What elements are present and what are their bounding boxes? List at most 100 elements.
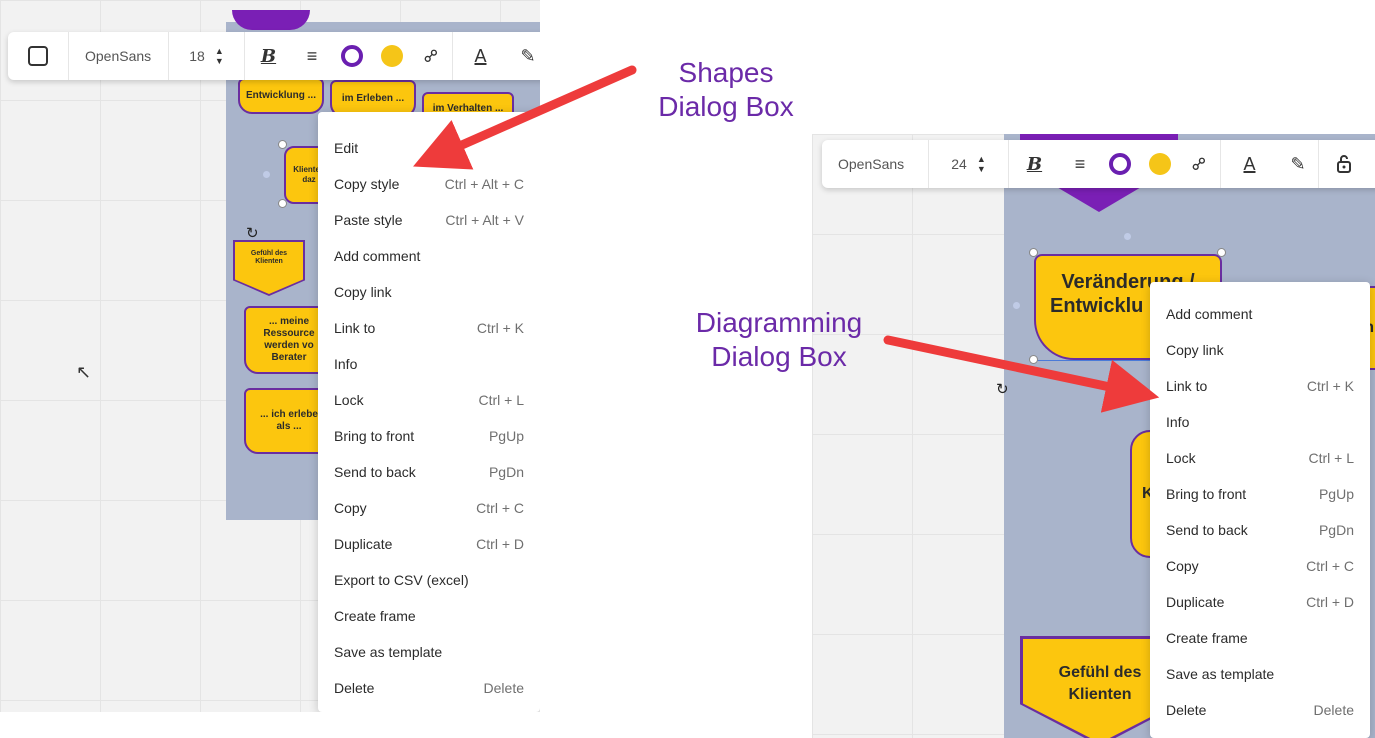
menu-item[interactable]: Create frame	[1150, 620, 1370, 656]
menu-item-label: Add comment	[1166, 306, 1253, 322]
fill-color-button[interactable]	[372, 32, 412, 80]
menu-item[interactable]: Duplicate Ctrl + D	[1150, 584, 1370, 620]
connector-dot[interactable]	[1013, 302, 1020, 309]
menu-item-shortcut: Ctrl + L	[478, 392, 524, 408]
resize-handle[interactable]	[1029, 248, 1038, 257]
highlight-button[interactable]: ✎	[1278, 140, 1318, 188]
bold-button[interactable]: B	[244, 32, 292, 80]
resize-handle[interactable]	[1217, 248, 1226, 257]
board-shape[interactable]: Entwicklung ...	[238, 78, 324, 114]
chevron-down-icon[interactable]: ▼	[977, 164, 986, 174]
rotate-icon[interactable]: ↻	[996, 380, 1009, 398]
board-shape-text: Gefühl des	[250, 250, 288, 257]
menu-item-label: Create frame	[334, 608, 416, 624]
purple-shape-top[interactable]	[232, 10, 310, 30]
menu-item-label: Copy style	[334, 176, 400, 192]
annotation-shapes: Shapes Dialog Box	[646, 56, 806, 124]
bold-button[interactable]: B	[1008, 140, 1060, 188]
font-size-stepper[interactable]: 24 ▲ ▼	[928, 140, 1008, 188]
menu-item-label: Delete	[1166, 702, 1207, 718]
connector-dot[interactable]	[1124, 233, 1131, 240]
text-color-button[interactable]: A	[1220, 140, 1278, 188]
menu-item[interactable]: Lock Ctrl + L	[318, 382, 540, 418]
menu-item[interactable]: Copy Ctrl + C	[318, 490, 540, 526]
menu-item[interactable]: Send to back PgDn	[318, 454, 540, 490]
font-size-stepper[interactable]: 18 ▲ ▼	[168, 32, 244, 80]
menu-item[interactable]: Delete Delete	[1150, 692, 1370, 728]
square-outline-icon	[28, 46, 48, 66]
menu-item[interactable]: Paste style Ctrl + Alt + V	[318, 202, 540, 238]
menu-item-label: Copy link	[1166, 342, 1224, 358]
text-color-button[interactable]: A	[452, 32, 508, 80]
menu-item[interactable]: Copy link	[1150, 332, 1370, 368]
menu-item[interactable]: Export to CSV (excel)	[318, 562, 540, 598]
menu-item-label: Add comment	[334, 248, 421, 264]
chevron-up-icon[interactable]: ▲	[215, 46, 224, 56]
font-family-value: OpenSans	[85, 48, 152, 64]
menu-item-label: Export to CSV (excel)	[334, 572, 469, 588]
fill-color-button[interactable]	[1140, 140, 1180, 188]
menu-item[interactable]: Lock Ctrl + L	[1150, 440, 1370, 476]
resize-handle[interactable]	[1029, 355, 1038, 364]
align-button[interactable]: ≡	[292, 32, 332, 80]
diagram-panel: Veränderung / Entwicklu ↻ K n Gefühl des…	[812, 134, 1375, 738]
shape-toolbar: OpenSans 18 ▲ ▼ B ≡ ⚯ A ✎	[8, 32, 540, 80]
link-button[interactable]: ⚯	[412, 32, 452, 80]
select-button[interactable]	[8, 32, 68, 80]
annotation-text: Shapes	[678, 57, 774, 88]
menu-item[interactable]: Add comment	[1150, 296, 1370, 332]
menu-item[interactable]: Edit	[318, 130, 540, 166]
menu-item-shortcut: PgUp	[1318, 486, 1354, 502]
resize-handle[interactable]	[278, 140, 287, 149]
menu-item[interactable]: Link to Ctrl + K	[318, 310, 540, 346]
font-size-value: 18	[189, 48, 205, 64]
menu-item[interactable]: Delete Delete	[318, 670, 540, 706]
bold-icon: B	[1026, 153, 1043, 175]
menu-item[interactable]: Bring to front PgUp	[318, 418, 540, 454]
menu-item[interactable]: Create frame	[318, 598, 540, 634]
font-family-select[interactable]: OpenSans	[68, 32, 168, 80]
lock-button[interactable]	[1318, 140, 1368, 188]
menu-item[interactable]: Info	[1150, 404, 1370, 440]
board-shape-text: Klienten	[255, 258, 283, 266]
highlighter-icon: ✎	[520, 45, 536, 66]
diagram-context-menu: Add comment Copy link Link to Ctrl + K Info L…	[1150, 282, 1370, 738]
menu-item[interactable]: Send to back PgDn	[1150, 512, 1370, 548]
diagram-toolbar: OpenSans 24 ▲ ▼ B ≡ ⚯ A ✎	[822, 140, 1375, 188]
rotate-icon[interactable]: ↻	[246, 224, 259, 242]
menu-item-shortcut: Delete	[483, 680, 524, 696]
menu-item[interactable]: Copy link	[318, 274, 540, 310]
menu-item[interactable]: Bring to front PgUp	[1150, 476, 1370, 512]
menu-item-label: Create frame	[1166, 630, 1248, 646]
menu-item-shortcut: Delete	[1313, 702, 1354, 718]
menu-item-label: Link to	[334, 320, 376, 336]
chevron-up-icon[interactable]: ▲	[977, 154, 986, 164]
menu-item[interactable]: Duplicate Ctrl + D	[318, 526, 540, 562]
border-color-button[interactable]	[332, 32, 372, 80]
board-shape-text: daz	[302, 175, 316, 184]
menu-item[interactable]: Copy Ctrl + C	[1150, 548, 1370, 584]
menu-item[interactable]: Link to Ctrl + K	[1150, 368, 1370, 404]
menu-item[interactable]: Save as template	[1150, 656, 1370, 692]
annotation-diagramming: Diagramming Dialog Box	[676, 306, 882, 374]
chevron-down-icon[interactable]: ▼	[215, 56, 224, 66]
fill-color-icon	[1149, 153, 1171, 175]
align-center-icon: ≡	[306, 45, 318, 66]
border-color-button[interactable]	[1100, 140, 1140, 188]
align-button[interactable]: ≡	[1060, 140, 1100, 188]
board-shape-text: als ...	[276, 421, 302, 432]
board-shape-text: Berater	[271, 352, 307, 363]
menu-item[interactable]: Info	[318, 346, 540, 382]
menu-item[interactable]: Copy style Ctrl + Alt + C	[318, 166, 540, 202]
menu-item[interactable]: Add comment	[318, 238, 540, 274]
annotation-text: Diagramming	[695, 307, 863, 338]
menu-item[interactable]: Save as template	[318, 634, 540, 670]
link-button[interactable]: ⚯	[1180, 140, 1220, 188]
connector-dot[interactable]	[263, 171, 270, 178]
highlight-button[interactable]: ✎	[508, 32, 540, 80]
annotation-text: Dialog Box	[711, 341, 847, 372]
menu-item-label: Edit	[334, 140, 359, 156]
resize-handle[interactable]	[278, 199, 287, 208]
font-family-select[interactable]: OpenSans	[822, 140, 928, 188]
menu-item-shortcut: Ctrl + Alt + V	[445, 212, 524, 228]
